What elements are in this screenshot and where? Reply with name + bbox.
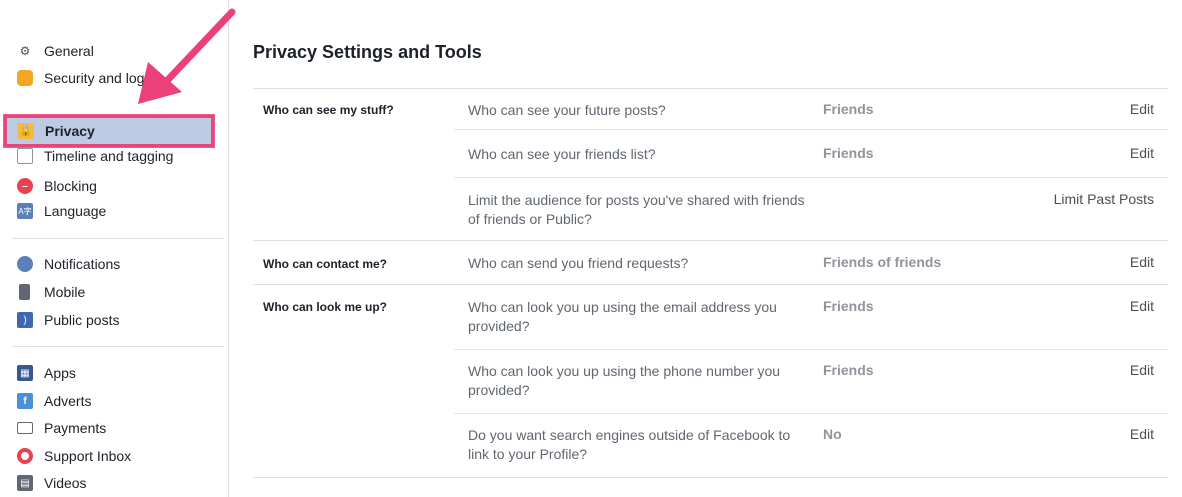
sidebar-divider [12,346,224,347]
language-icon: A字 [17,203,33,219]
sidebar-item-general[interactable]: ⚙ General [17,40,94,62]
limit-past-posts-link[interactable]: Limit Past Posts [1054,191,1154,207]
card-icon [17,422,33,434]
sidebar-item-language[interactable]: A字 Language [17,200,106,222]
film-icon: ▤ [17,475,33,491]
setting-value: Friends [823,298,874,314]
divider [253,284,1168,285]
sidebar-item-support-inbox[interactable]: Support Inbox [17,445,131,467]
sidebar-item-label: Privacy [45,123,95,139]
badge-icon [17,70,33,86]
sidebar-item-public-posts[interactable]: ) Public posts [17,309,119,331]
globe-icon [17,256,33,272]
rss-icon: ) [17,312,33,328]
divider [454,413,1168,414]
sidebar-item-label: Timeline and tagging [44,148,174,164]
divider [454,349,1168,350]
sidebar-item-label: Public posts [44,312,120,328]
edit-link[interactable]: Edit [1130,145,1154,161]
sidebar-item-payments[interactable]: Payments [17,417,106,439]
sidebar-divider [12,238,224,239]
sidebar-item-adverts[interactable]: f Adverts [17,390,91,412]
sidebar-item-label: Adverts [44,393,92,409]
setting-question: Who can send you friend requests? [468,255,689,271]
setting-value: No [823,426,842,442]
setting-question: Do you want search engines outside of Fa… [468,427,791,462]
sidebar-item-label: Blocking [44,178,97,194]
sidebar-item-apps[interactable]: ▦ Apps [17,362,76,384]
sidebar-item-label: Language [44,203,107,219]
sidebar-item-timeline[interactable]: Timeline and tagging [17,145,173,167]
divider [454,129,1168,130]
edit-link[interactable]: Edit [1130,298,1154,314]
page-title: Privacy Settings and Tools [253,42,482,62]
divider [454,177,1168,178]
sidebar-item-label: Videos [44,475,87,491]
sidebar-item-mobile[interactable]: Mobile [17,281,85,303]
adverts-icon: f [17,393,33,409]
edit-link[interactable]: Edit [1130,101,1154,117]
sidebar-item-label: Mobile [44,284,86,300]
setting-value: Friends [823,101,874,117]
divider [253,240,1168,241]
apps-icon: ▦ [17,365,33,381]
setting-value: Friends [823,362,874,378]
sidebar-item-privacy[interactable]: 🔒 Privacy [4,115,214,147]
mobile-icon [19,284,30,300]
sidebar-item-label: Security and login [44,70,156,86]
setting-question: Who can look you up using the email addr… [468,299,777,334]
gears-icon: ⚙ [19,44,31,58]
sidebar-item-blocking[interactable]: – Blocking [17,175,97,197]
sidebar-item-videos[interactable]: ▤ Videos [17,472,87,494]
timeline-icon [17,148,33,164]
section-label: Who can look me up? [263,300,388,314]
setting-question: Who can see your future posts? [468,102,666,118]
setting-question: Who can look you up using the phone numb… [468,363,781,398]
section-label: Who can contact me? [263,257,388,271]
edit-link[interactable]: Edit [1130,362,1154,378]
setting-question: Limit the audience for posts you've shar… [468,192,805,227]
lock-icon: 🔒 [18,123,34,139]
setting-value: Friends [823,145,874,161]
lifebuoy-icon [17,448,33,464]
setting-value: Friends of friends [823,254,942,270]
sidebar-item-notifications[interactable]: Notifications [17,253,120,275]
settings-sidebar: ⚙ General Security and login Timeline an… [0,0,229,497]
divider [253,477,1168,478]
sidebar-item-label: Notifications [44,256,121,272]
sidebar-item-label: Apps [44,365,76,381]
edit-link[interactable]: Edit [1130,426,1154,442]
sidebar-item-label: General [44,43,94,59]
setting-question: Who can see your friends list? [468,146,656,162]
sidebar-item-label: Payments [44,420,107,436]
blocking-icon: – [17,178,33,194]
divider [253,88,1168,89]
section-label: Who can see my stuff? [263,103,394,117]
sidebar-item-label: Support Inbox [44,448,132,464]
sidebar-item-security[interactable]: Security and login [17,67,155,89]
edit-link[interactable]: Edit [1130,254,1154,270]
